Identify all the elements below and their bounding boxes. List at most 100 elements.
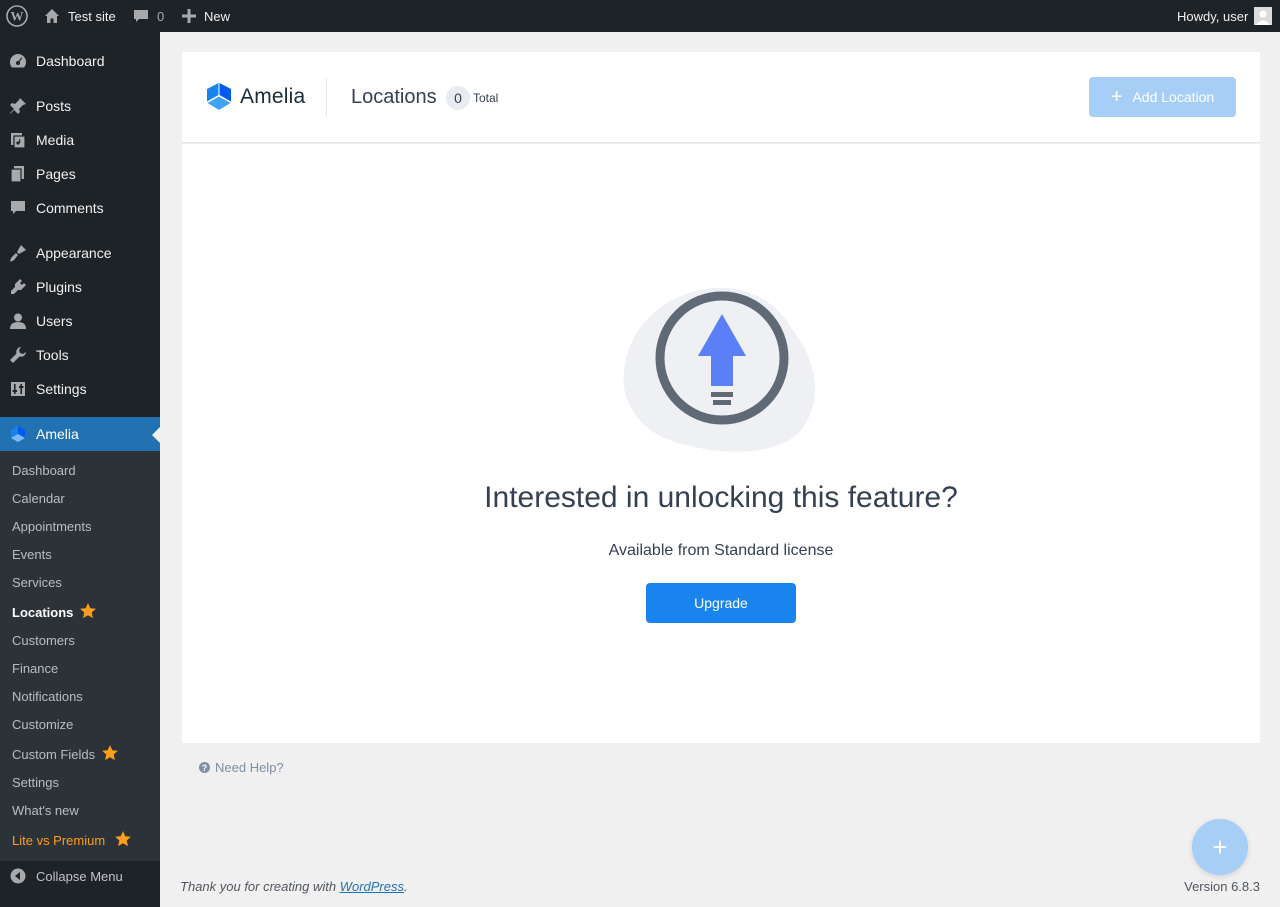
dashboard-icon — [8, 51, 28, 71]
submenu-item-whats-new[interactable]: What's new — [12, 800, 79, 820]
page-title: Locations — [351, 86, 437, 108]
site-name-link[interactable]: Test site — [44, 0, 116, 32]
collapse-arrow-icon — [8, 866, 28, 886]
avatar — [1254, 7, 1273, 25]
submenu-item-lite-vs-premium[interactable]: Lite vs Premium — [12, 830, 132, 850]
sidebar-item-posts[interactable]: Posts — [0, 89, 160, 123]
submenu-label: Lite vs Premium — [12, 832, 106, 848]
sidebar-item-label: Appearance — [36, 245, 112, 261]
amelia-logo-text: Amelia — [240, 85, 306, 108]
comments-link[interactable]: 0 — [133, 0, 164, 32]
unlock-feature-title: Interested in unlocking this feature? — [484, 481, 958, 514]
submenu-item-events[interactable]: Events — [12, 544, 52, 564]
star-icon — [79, 602, 97, 623]
amelia-submenu: Dashboard Calendar Appointments Events S… — [0, 451, 160, 861]
submenu-item-appointments[interactable]: Appointments — [12, 516, 92, 536]
header-divider — [326, 78, 327, 116]
sidebar-item-amelia[interactable]: Amelia — [0, 417, 160, 451]
add-location-label: Add Location — [1132, 89, 1215, 105]
submenu-item-finance[interactable]: Finance — [12, 658, 58, 678]
submenu-label: Settings — [12, 774, 59, 790]
submenu-item-services[interactable]: Services — [12, 572, 62, 592]
submenu-label: Finance — [12, 660, 59, 676]
footer-thanks: Thank you for creating with WordPress. — [180, 879, 408, 894]
wordpress-logo-icon[interactable]: W — [6, 0, 28, 32]
my-account-link[interactable]: Howdy, user — [1177, 0, 1273, 32]
submenu-item-notifications[interactable]: Notifications — [12, 686, 83, 706]
sidebar-item-label: Users — [36, 313, 73, 329]
footer-version: Version 6.8.3 — [1184, 879, 1260, 894]
brush-icon — [8, 243, 28, 263]
star-icon — [114, 830, 132, 851]
new-label: New — [204, 8, 231, 24]
submenu-item-customize[interactable]: Customize — [12, 714, 73, 734]
sidebar-item-users[interactable]: Users — [0, 304, 160, 338]
amelia-logo: Amelia — [206, 82, 305, 112]
site-name: Test site — [68, 8, 116, 24]
admin-bar: W Test site 0 New Howdy, user — [0, 0, 1280, 32]
sidebar-item-tools[interactable]: Tools — [0, 338, 160, 372]
submenu-item-custom-fields[interactable]: Custom Fields — [12, 744, 119, 764]
comment-icon — [8, 198, 28, 218]
submenu-label: Services — [12, 574, 62, 590]
upgrade-illustration-icon — [622, 284, 822, 459]
pages-icon — [8, 164, 28, 184]
submenu-label: Appointments — [12, 518, 92, 534]
collapse-label: Collapse Menu — [36, 868, 123, 884]
home-icon — [44, 8, 60, 24]
total-count-badge: 0 — [446, 86, 470, 110]
star-icon — [101, 744, 119, 765]
amelia-logo-icon — [207, 83, 231, 110]
page-header: Amelia Locations 0 Total + Add Location — [182, 52, 1260, 143]
new-content-link[interactable]: New — [182, 0, 230, 32]
plugin-icon — [8, 277, 28, 297]
user-icon — [8, 311, 28, 331]
collapse-menu-button[interactable]: Collapse Menu — [0, 859, 160, 893]
sidebar-item-settings[interactable]: Settings — [0, 372, 160, 406]
plus-icon: + — [1110, 85, 1123, 108]
submenu-item-dashboard[interactable]: Dashboard — [12, 460, 76, 480]
comments-count: 0 — [157, 8, 165, 24]
amelia-icon — [8, 424, 28, 444]
sidebar-item-appearance[interactable]: Appearance — [0, 236, 160, 270]
add-location-button[interactable]: + Add Location — [1089, 77, 1236, 117]
media-icon — [8, 130, 28, 150]
sidebar-item-media[interactable]: Media — [0, 123, 160, 157]
submenu-label: Customize — [12, 716, 74, 732]
upgrade-button[interactable]: Upgrade — [646, 583, 796, 623]
sidebar-item-label: Amelia — [36, 426, 79, 442]
sidebar-item-dashboard[interactable]: Dashboard — [0, 44, 160, 78]
submenu-label: Dashboard — [12, 462, 76, 478]
sidebar-item-label: Media — [36, 132, 75, 148]
total-count-label: Total — [473, 91, 499, 105]
submenu-label: What's new — [12, 802, 79, 818]
pin-icon — [8, 96, 28, 116]
sidebar-item-label: Dashboard — [36, 53, 105, 69]
need-help-label: Need Help? — [215, 760, 284, 775]
svg-text:W: W — [11, 9, 24, 24]
plus-icon: + — [1212, 831, 1228, 862]
comment-bubble-icon — [133, 8, 149, 24]
footer-thanks-prefix: Thank you for creating with — [180, 879, 340, 894]
floating-add-button[interactable]: + — [1192, 819, 1248, 875]
submenu-label: Events — [12, 546, 52, 562]
submenu-item-customers[interactable]: Customers — [12, 630, 75, 650]
settings-icon — [8, 379, 28, 399]
need-help-link[interactable]: ? Need Help? — [199, 760, 284, 775]
wordpress-link[interactable]: WordPress — [340, 879, 404, 894]
sidebar-item-comments[interactable]: Comments — [0, 191, 160, 225]
sidebar-item-label: Settings — [36, 381, 87, 397]
sidebar-item-label: Pages — [36, 166, 76, 182]
wrench-icon — [8, 345, 28, 365]
submenu-label: Notifications — [12, 688, 83, 704]
submenu-item-settings[interactable]: Settings — [12, 772, 59, 792]
admin-sidebar: Dashboard Posts Media Pages Comments App… — [0, 32, 160, 907]
howdy-text: Howdy, user — [1177, 8, 1249, 24]
submenu-item-locations[interactable]: Locations — [12, 602, 97, 622]
license-subtitle: Available from Standard license — [608, 542, 834, 559]
sidebar-item-pages[interactable]: Pages — [0, 157, 160, 191]
submenu-label: Customers — [12, 632, 75, 648]
sidebar-item-label: Tools — [36, 347, 69, 363]
submenu-item-calendar[interactable]: Calendar — [12, 488, 65, 508]
sidebar-item-plugins[interactable]: Plugins — [0, 270, 160, 304]
